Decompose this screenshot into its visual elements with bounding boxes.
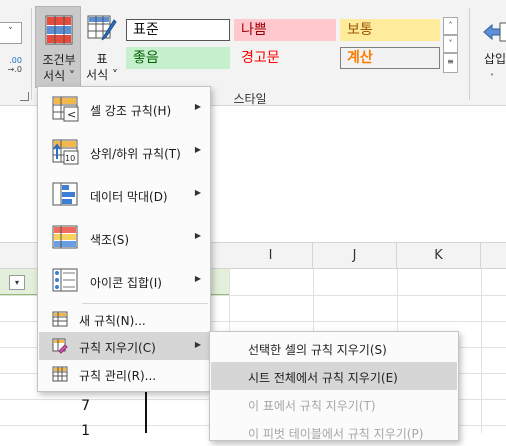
- insert-cells-icon: [482, 20, 506, 44]
- clear-rules-icon: [52, 338, 68, 354]
- submenu-arrow-icon: ▶: [194, 102, 201, 111]
- top-bottom-rules-icon: 10: [52, 139, 80, 165]
- grid-line: [481, 269, 482, 433]
- style-neutral[interactable]: 보통: [340, 19, 440, 41]
- decrease-decimal-button[interactable]: .00 →.0: [2, 56, 22, 74]
- cell-value[interactable]: 1: [40, 423, 90, 439]
- submenu-item-clear-entire-sheet[interactable]: 시트 전체에서 규칙 지우기(E): [211, 362, 457, 390]
- menu-item-top-bottom-rules[interactable]: 10 상위/하위 규칙(T) ▶: [39, 131, 209, 173]
- number-group-launcher-icon[interactable]: [20, 92, 29, 101]
- column-header-I[interactable]: I: [229, 243, 313, 269]
- conditional-formatting-menu: < 셀 강조 규칙(H) ▶ 10 상위/하위 규칙(T) ▶ 데이터 막대(D…: [37, 86, 211, 392]
- column-header-K[interactable]: K: [397, 243, 481, 269]
- submenu-arrow-icon: ▶: [194, 274, 201, 283]
- style-bad[interactable]: 나쁨: [234, 19, 336, 41]
- menu-item-clear-rules[interactable]: 규칙 지우기(C) ▶: [39, 332, 209, 360]
- gallery-scroll-down-icon[interactable]: ˅: [443, 35, 458, 53]
- conditional-formatting-icon: [45, 15, 73, 45]
- submenu-arrow-icon: ▶: [194, 231, 201, 240]
- submenu-arrow-icon: ▶: [194, 145, 201, 154]
- menu-separator: [82, 303, 208, 304]
- clear-rules-submenu: 선택한 셀의 규칙 지우기(S) 시트 전체에서 규칙 지우기(E) 이 표에서…: [209, 331, 459, 441]
- highlight-cells-rules-icon: <: [52, 96, 80, 122]
- format-as-table-button[interactable]: 표 서식 ˅: [82, 6, 122, 88]
- column-header-J[interactable]: J: [313, 243, 397, 269]
- color-scales-icon: [52, 225, 80, 251]
- conditional-formatting-button[interactable]: 조건부 서식 ˅: [35, 6, 81, 88]
- number-format-dropdown[interactable]: ˅: [0, 22, 22, 44]
- gallery-more-icon[interactable]: ≡: [443, 53, 458, 73]
- menu-item-highlight-cells-rules[interactable]: < 셀 강조 규칙(H) ▶: [39, 88, 209, 130]
- icon-sets-icon: [52, 268, 80, 294]
- new-rule-icon: [52, 311, 68, 327]
- group-separator: [469, 8, 470, 100]
- group-separator: [31, 8, 32, 100]
- cell-value[interactable]: 7: [40, 398, 90, 414]
- submenu-arrow-icon: ▶: [194, 188, 201, 197]
- menu-item-manage-rules[interactable]: 규칙 관리(R)...: [39, 360, 209, 388]
- format-as-table-icon: [87, 14, 117, 44]
- insert-cells-button[interactable]: 삽입 ˅: [478, 6, 506, 88]
- menu-item-color-scales[interactable]: 색조(S) ▶: [39, 217, 209, 259]
- data-bars-icon: [52, 182, 80, 208]
- svg-text:<: <: [67, 108, 76, 121]
- style-calculation[interactable]: 계산: [340, 47, 440, 69]
- submenu-item-clear-this-table[interactable]: 이 표에서 규칙 지우기(T): [211, 390, 457, 418]
- submenu-item-clear-selected-cells[interactable]: 선택한 셀의 규칙 지우기(S): [211, 334, 457, 362]
- filter-dropdown-icon[interactable]: ▾: [9, 275, 25, 290]
- menu-item-new-rule[interactable]: 새 규칙(N)...: [39, 305, 209, 333]
- menu-item-icon-sets[interactable]: 아이콘 집합(I) ▶: [39, 260, 209, 302]
- submenu-arrow-icon: ▶: [194, 340, 201, 349]
- svg-text:10: 10: [65, 154, 75, 163]
- style-good[interactable]: 좋음: [126, 47, 230, 69]
- style-warning-text[interactable]: 경고문: [234, 47, 336, 69]
- manage-rules-icon: [52, 366, 68, 382]
- style-normal[interactable]: 표준: [126, 19, 230, 41]
- menu-item-data-bars[interactable]: 데이터 막대(D) ▶: [39, 174, 209, 216]
- submenu-item-clear-this-pivot[interactable]: 이 피벗 테이블에서 규칙 지우기(P): [211, 418, 457, 446]
- gallery-scroll-up-icon[interactable]: ˄: [443, 17, 458, 35]
